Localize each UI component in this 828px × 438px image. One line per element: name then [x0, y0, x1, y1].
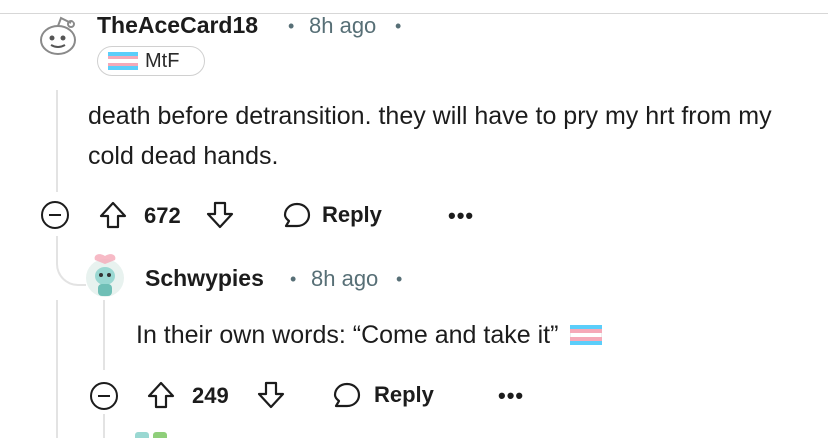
meta-trailing-dot: • [396, 269, 403, 289]
collapse-button[interactable] [41, 201, 69, 229]
comment-timestamp[interactable]: 8h ago [311, 266, 378, 292]
upvote-icon [99, 201, 127, 229]
vote-score: 672 [144, 203, 181, 228]
downvote-icon [257, 381, 285, 409]
thread-line-reply-lower [103, 414, 105, 438]
comment-author[interactable]: TheAceCard18 [97, 12, 258, 39]
collapse-icon [49, 214, 61, 216]
more-options-button[interactable]: ••• [498, 383, 524, 409]
comment-body: In their own words: “Come and take it” [136, 315, 776, 355]
upvote-icon [147, 381, 175, 409]
trans-flag-icon [570, 325, 603, 345]
meta-separator: • [288, 16, 295, 36]
thread-branch-curve [56, 258, 86, 286]
meta-separator: • [290, 269, 297, 289]
avatar-snoo-icon [40, 16, 76, 55]
reply-bubble-icon [333, 382, 361, 408]
more-options-button[interactable]: ••• [448, 203, 474, 229]
reply-label: Reply [374, 382, 434, 407]
avatar[interactable] [32, 14, 80, 60]
upvote-button[interactable] [98, 200, 128, 230]
flair-text: MtF [145, 49, 180, 72]
vote-score: 249 [192, 383, 229, 408]
meta-trailing-dot: • [395, 16, 402, 36]
comment-timestamp[interactable]: 8h ago [309, 13, 376, 39]
reply-label: Reply [322, 202, 382, 227]
collapse-icon [98, 395, 110, 397]
reply-bubble-icon [283, 202, 311, 228]
avatar-snoo-icon [86, 254, 124, 297]
user-flair: MtF [97, 46, 205, 76]
downvote-button[interactable] [205, 200, 235, 230]
comment-body-text: In their own words: “Come and take it” [136, 321, 559, 349]
reply-button[interactable]: Reply [332, 379, 452, 411]
thread-line-reply [103, 300, 105, 370]
thread-line-main [56, 90, 58, 192]
avatar[interactable] [84, 250, 126, 298]
next-comment-peek [135, 432, 195, 438]
thread-line-main-lower [56, 236, 58, 260]
comment-body: death before detransition. they will hav… [88, 102, 772, 170]
comment-author[interactable]: Schwypies [145, 265, 264, 292]
trans-flag-icon [108, 52, 138, 70]
thread-line-main-bottom [56, 300, 58, 438]
downvote-button[interactable] [256, 380, 286, 410]
upvote-button[interactable] [146, 380, 176, 410]
downvote-icon [206, 201, 234, 229]
reply-button[interactable]: Reply [282, 199, 402, 231]
collapse-button[interactable] [90, 382, 118, 410]
